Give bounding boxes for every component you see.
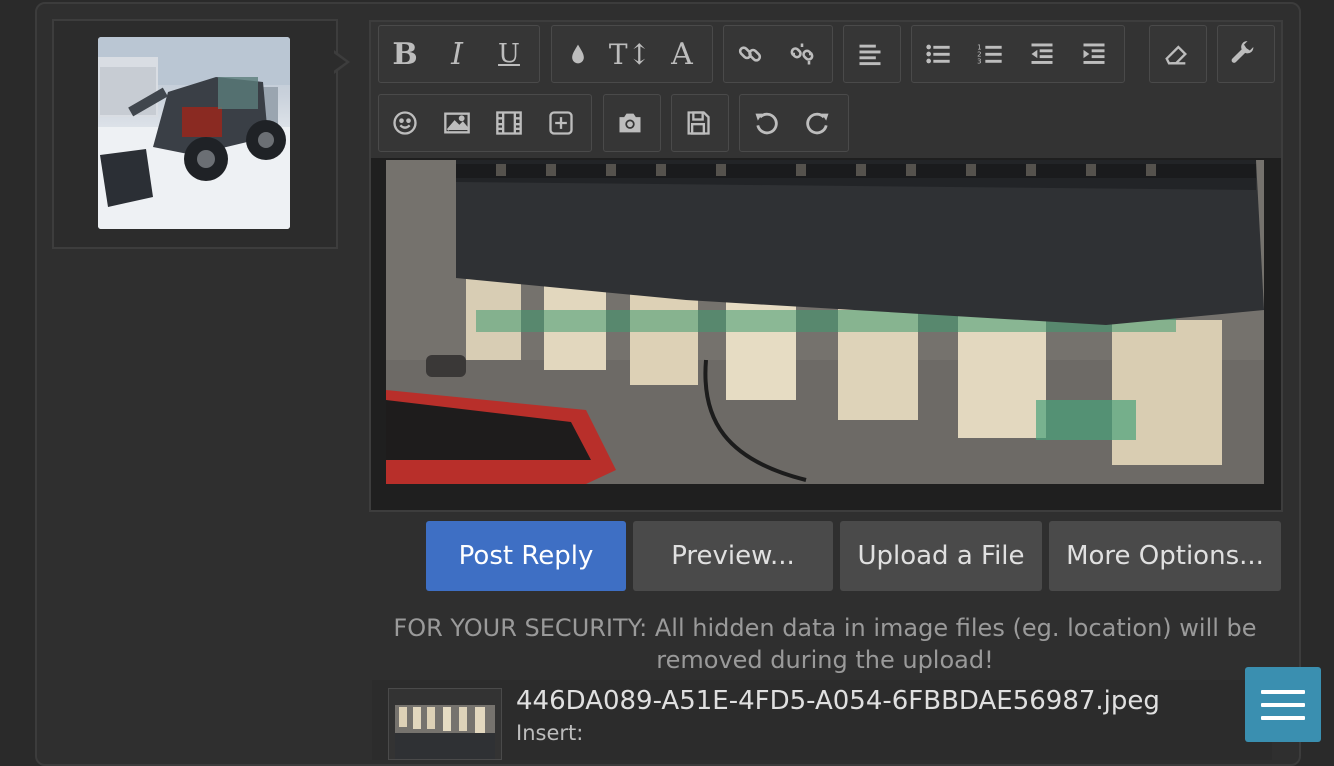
camera-group [603, 94, 661, 152]
remove-format-group [1149, 25, 1207, 83]
settings-wrench-icon[interactable] [1218, 26, 1270, 82]
font-family-icon[interactable]: A [656, 26, 708, 82]
font-size-icon[interactable]: T↕ [604, 26, 656, 82]
insert-icon[interactable] [535, 95, 587, 151]
bucket-edge-photo [386, 160, 1264, 484]
avatar-pointer-inner [332, 52, 346, 72]
outdent-icon[interactable] [1016, 26, 1068, 82]
more-options-button[interactable]: More Options... [1049, 521, 1281, 591]
save-draft-icon[interactable] [672, 95, 724, 151]
embedded-photo[interactable] [386, 160, 1264, 484]
indent-icon[interactable] [1068, 26, 1120, 82]
image-icon[interactable] [431, 95, 483, 151]
format-group: B I U [378, 25, 540, 83]
attachment-thumbnail-image [389, 689, 501, 759]
insert-group [378, 94, 592, 152]
numbered-list-icon[interactable]: 123 [964, 26, 1016, 82]
media-icon[interactable] [483, 95, 535, 151]
underline-icon[interactable]: U [483, 26, 535, 82]
align-group [843, 25, 901, 83]
attachment-thumbnail[interactable] [388, 688, 502, 760]
attachment-insert-label: Insert: [516, 721, 584, 745]
post-reply-button[interactable]: Post Reply [426, 521, 626, 591]
undo-icon[interactable] [740, 95, 792, 151]
link-icon[interactable] [724, 26, 776, 82]
menu-icon-bar [1261, 702, 1305, 707]
svg-text:3: 3 [977, 57, 981, 65]
smilie-icon[interactable] [379, 95, 431, 151]
text-color-icon[interactable] [552, 26, 604, 82]
draft-group [671, 94, 729, 152]
menu-icon-bar [1261, 715, 1305, 720]
font-group: T↕ A [551, 25, 713, 83]
remove-format-icon[interactable] [1150, 26, 1202, 82]
upload-security-note: FOR YOUR SECURITY: All hidden data in im… [393, 614, 1257, 674]
align-icon[interactable] [844, 26, 896, 82]
bold-icon[interactable]: B [379, 26, 431, 82]
attachment-filename[interactable]: 446DA089-A51E-4FD5-A054-6FBBDAE56987.jpe… [516, 686, 1160, 716]
unlink-icon[interactable] [776, 26, 828, 82]
tractor-snow-image [98, 37, 290, 229]
avatar[interactable] [98, 37, 290, 229]
bullet-list-icon[interactable] [912, 26, 964, 82]
redo-icon[interactable] [792, 95, 844, 151]
preview-button[interactable]: Preview... [633, 521, 833, 591]
camera-icon[interactable] [604, 95, 656, 151]
editor-toolbar: B I U T↕ A 123 [371, 22, 1281, 158]
menu-icon-bar [1261, 689, 1305, 694]
history-group [739, 94, 849, 152]
list-group: 123 [911, 25, 1125, 83]
link-group [723, 25, 833, 83]
italic-icon[interactable]: I [431, 26, 483, 82]
settings-group [1217, 25, 1275, 83]
hamburger-menu-button[interactable] [1245, 667, 1321, 742]
upload-file-button[interactable]: Upload a File [840, 521, 1042, 591]
